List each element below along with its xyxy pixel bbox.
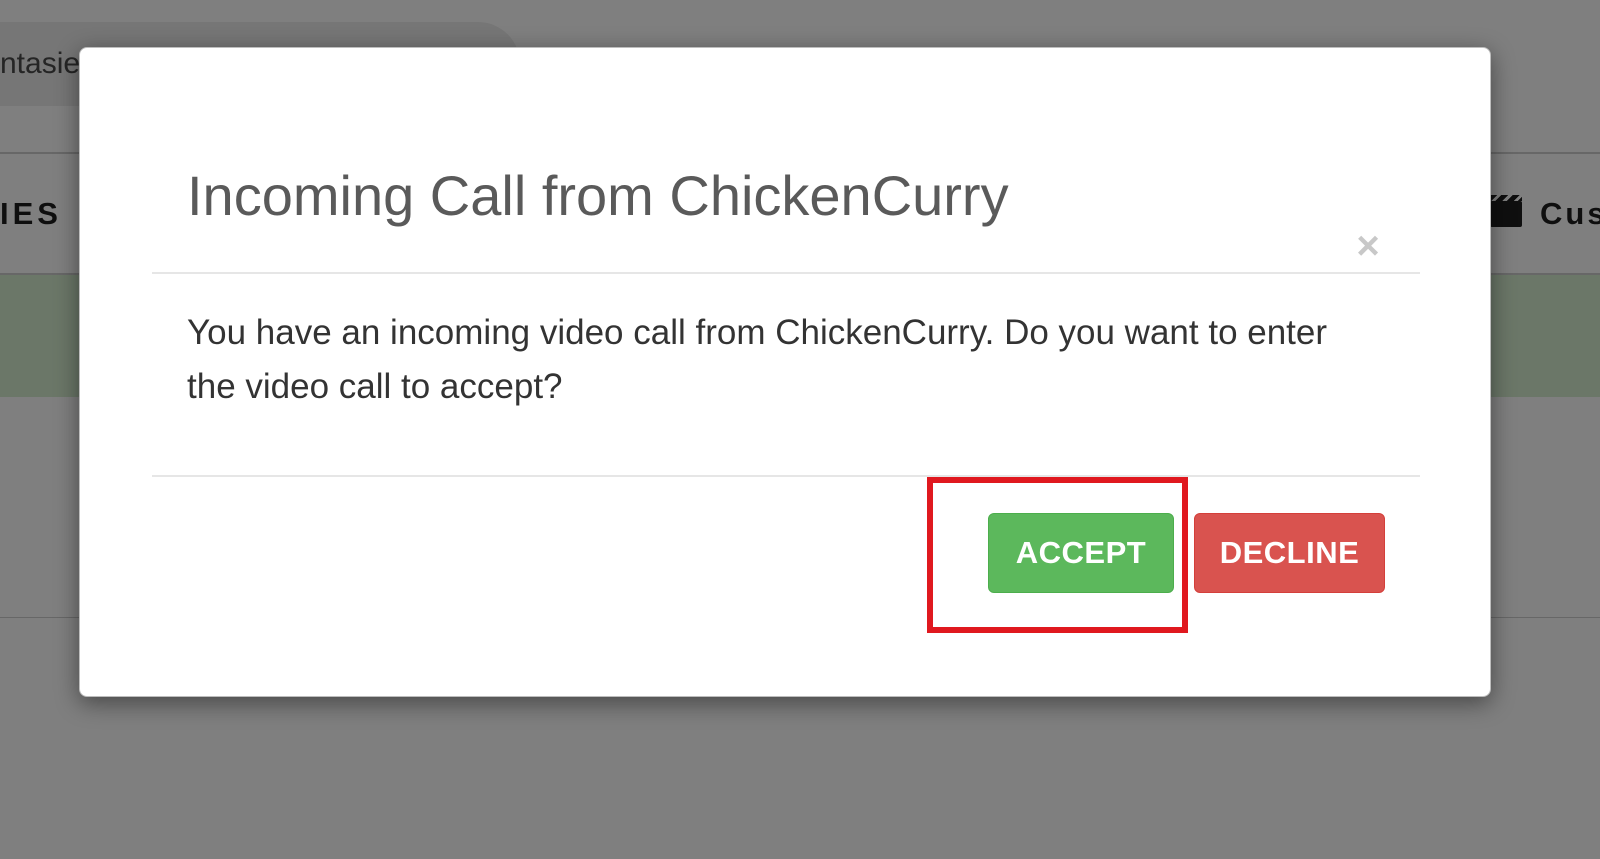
dialog-message: You have an incoming video call from Chi… [187, 313, 1328, 406]
footer-divider [152, 475, 1420, 477]
dialog-title: Incoming Call from ChickenCurry [187, 164, 1009, 227]
incoming-call-dialog: Incoming Call from ChickenCurry × You ha… [79, 47, 1491, 697]
close-icon[interactable]: × [1352, 226, 1384, 266]
accept-button[interactable]: ACCEPT [988, 513, 1174, 593]
header-divider [152, 272, 1420, 274]
decline-button[interactable]: DECLINE [1194, 513, 1385, 593]
